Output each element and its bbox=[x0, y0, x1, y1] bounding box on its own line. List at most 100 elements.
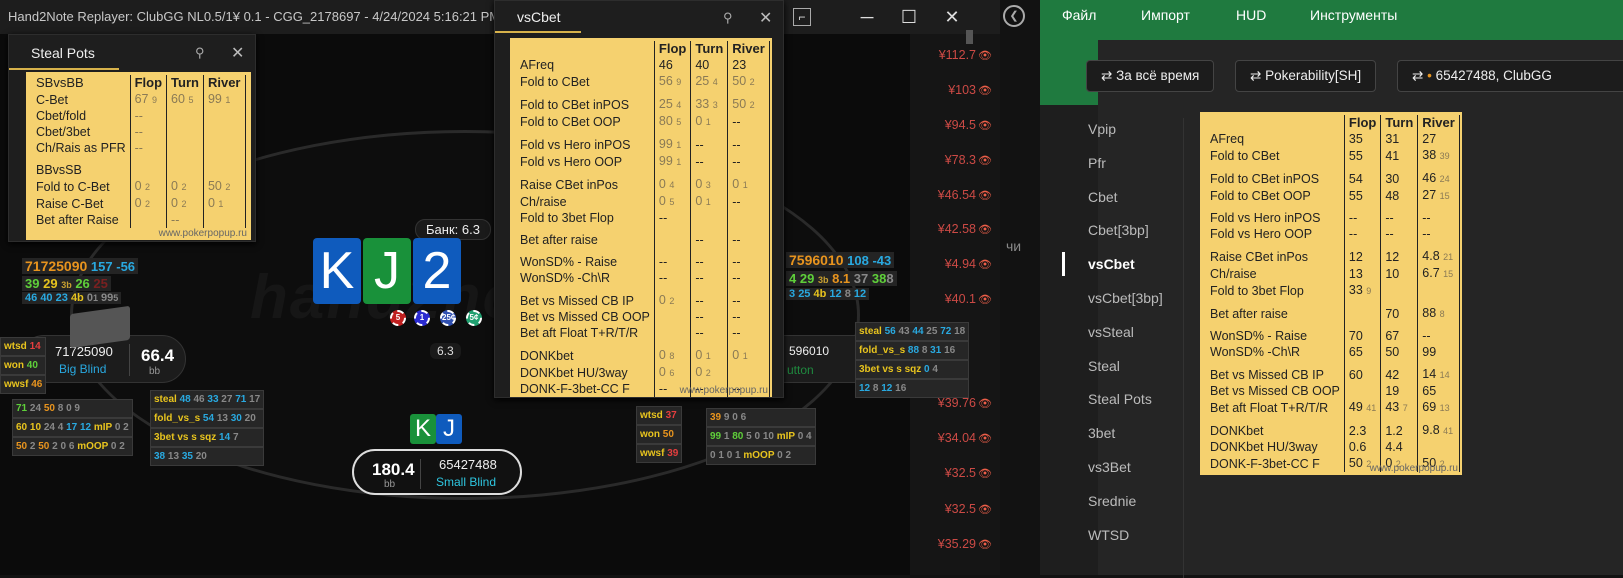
menu-file[interactable]: Файл bbox=[1062, 7, 1096, 23]
hud-stat: 5 bbox=[113, 293, 119, 303]
hud-profile-button[interactable]: ⇄ Pokerability[SH] bbox=[1235, 60, 1377, 92]
hud-row: 0 1 0 1 mOOP 0 2 bbox=[706, 446, 816, 465]
table-cell: 23 bbox=[727, 57, 770, 73]
nav-item-vs3bet[interactable]: vs3Bet bbox=[1088, 459, 1131, 475]
eye-icon[interactable]: 👁 bbox=[978, 119, 992, 132]
close-icon[interactable]: ✕ bbox=[759, 8, 772, 28]
nav-item-vscbet[interactable]: vsCbet bbox=[1088, 256, 1135, 272]
column-header: Turn bbox=[690, 41, 728, 57]
nav-item-vscbet-3bp-[interactable]: vsCbet[3bp] bbox=[1088, 290, 1163, 306]
back-icon[interactable]: ❮ bbox=[1003, 5, 1025, 27]
scrollbar-thumb[interactable] bbox=[966, 30, 973, 44]
hand-amount[interactable]: ¥112.7 bbox=[916, 48, 976, 62]
table-cell: 33 3 bbox=[690, 96, 728, 113]
table-cell: 30 bbox=[1380, 170, 1418, 187]
maximize-icon[interactable]: ☐ bbox=[898, 6, 920, 28]
close-icon[interactable]: ✕ bbox=[941, 6, 963, 28]
eye-icon[interactable]: 👁 bbox=[978, 538, 992, 551]
pin-icon[interactable]: ⚲ bbox=[195, 45, 205, 61]
eye-icon[interactable]: 👁 bbox=[978, 432, 992, 445]
column-header bbox=[1206, 115, 1344, 131]
player-selector-button[interactable]: ⇄ • 65427488, ClubGG bbox=[1397, 60, 1623, 92]
status-dot-icon: • bbox=[1427, 68, 1432, 83]
nav-item-vssteal[interactable]: vsSteal bbox=[1088, 324, 1134, 340]
table-cell bbox=[202, 124, 245, 140]
swap-icon: ⇄ bbox=[1250, 68, 1262, 83]
table-cell: 88 8 bbox=[1417, 305, 1460, 322]
nav-item-steal[interactable]: Steal bbox=[1088, 358, 1120, 374]
hand-amount[interactable]: ¥46.54 bbox=[916, 188, 976, 202]
table-cell: 0 6 bbox=[653, 364, 691, 381]
hand-amount[interactable]: ¥103 bbox=[916, 83, 976, 97]
eye-icon[interactable]: 👁 bbox=[978, 293, 992, 306]
hand-amount[interactable]: ¥32.5 bbox=[916, 466, 976, 480]
close-icon[interactable]: ✕ bbox=[231, 43, 244, 63]
table-cell: -- bbox=[690, 309, 728, 325]
nav-item-steal-pots[interactable]: Steal Pots bbox=[1088, 391, 1152, 407]
table-cell: Bet vs Missed CB IP bbox=[520, 293, 634, 308]
nav-item-cbet[interactable]: Cbet bbox=[1088, 189, 1118, 205]
hud-row: fold_vs_s 54 13 30 20 bbox=[150, 409, 265, 428]
table-row: Ch/raise 13 10 6.7 15 bbox=[1206, 265, 1468, 282]
eye-icon[interactable]: 👁 bbox=[978, 154, 992, 167]
table-cell bbox=[202, 108, 245, 124]
pin-icon[interactable]: ⚲ bbox=[723, 10, 733, 26]
nav-item-cbet-3bp-[interactable]: Cbet[3bp] bbox=[1088, 222, 1149, 238]
replayer-title: Hand2Note Replayer: ClubGG NL0.5/1¥ 0.1 … bbox=[8, 9, 519, 24]
filter-label: За всё время bbox=[1116, 68, 1200, 83]
nav-item-srednie[interactable]: Srednie bbox=[1088, 493, 1136, 509]
steal-pots-popup[interactable]: Steal Pots ⚲ ✕ SBvsBB Flop Turn River C-Bet 6… bbox=[8, 34, 256, 242]
table-cell bbox=[653, 325, 691, 341]
table-row: DONKbet HU/3way 0 60 2 bbox=[516, 364, 778, 381]
table-cell: Bet vs Missed CB IP bbox=[1210, 367, 1324, 382]
menu-tools[interactable]: Инструменты bbox=[1310, 7, 1397, 23]
eye-icon[interactable]: 👁 bbox=[978, 49, 992, 62]
hand-amount[interactable]: ¥78.3 bbox=[916, 153, 976, 167]
table-cell: 31 bbox=[1380, 131, 1418, 147]
table-row: Fold vs Hero inPOS 99 1 -- -- bbox=[516, 136, 778, 153]
eye-icon[interactable]: 👁 bbox=[978, 397, 992, 410]
eye-icon[interactable]: 👁 bbox=[978, 223, 992, 236]
eye-icon[interactable]: 👁 bbox=[978, 467, 992, 480]
table-cell: Raise C-Bet bbox=[36, 196, 104, 211]
table-cell: -- bbox=[727, 153, 770, 170]
eye-icon[interactable]: 👁 bbox=[978, 84, 992, 97]
seat-small-blind[interactable]: 180.4 bb 65427488 Small Blind bbox=[352, 449, 522, 495]
hand-amount[interactable]: ¥35.29 bbox=[916, 537, 976, 551]
vscbet-popup[interactable]: vsCbet ⚲ ✕ Flop Turn River AFreq 46 40 23 Fold … bbox=[494, 0, 784, 398]
table-row: WonSD% -Ch\R 65 50 99 bbox=[1206, 344, 1468, 360]
period-filter-button[interactable]: ⇄ За всё время bbox=[1086, 60, 1215, 92]
table-cell: Bet aft Float T+R/T/R bbox=[520, 326, 639, 340]
table-cell: -- bbox=[727, 292, 770, 309]
nav-item-vpip[interactable]: Vpip bbox=[1088, 121, 1116, 137]
table-cell: Bet vs Missed CB OOP bbox=[520, 310, 650, 324]
stats-table: Flop Turn River AFreq 46 40 23 Fold to CBet 56 9… bbox=[516, 41, 778, 397]
eye-icon[interactable]: 👁 bbox=[978, 189, 992, 202]
eye-icon[interactable]: 👁 bbox=[978, 503, 992, 516]
menu-bar: Файл Импорт HUD Инструменты bbox=[1040, 0, 1623, 30]
menu-import[interactable]: Импорт bbox=[1141, 7, 1190, 23]
nav-item-3bet[interactable]: 3bet bbox=[1088, 425, 1115, 441]
hand-amount[interactable]: ¥4.94 bbox=[916, 257, 976, 271]
nav-item-wtsd[interactable]: WTSD bbox=[1088, 527, 1129, 543]
eye-icon[interactable]: 👁 bbox=[978, 258, 992, 271]
hand-amount[interactable]: ¥94.5 bbox=[916, 118, 976, 132]
hand-amount[interactable]: ¥39.76 bbox=[916, 396, 976, 410]
table-row: Raise CBet inPos 0 40 30 1 bbox=[516, 176, 778, 193]
hand-amount[interactable]: ¥40.1 bbox=[916, 292, 976, 306]
seat-position: utton bbox=[787, 363, 814, 377]
restore-icon[interactable]: ⌐ bbox=[793, 8, 811, 26]
nav-item-pfr[interactable]: Pfr bbox=[1088, 155, 1106, 171]
menu-hud[interactable]: HUD bbox=[1236, 7, 1266, 23]
popup-footer: www.pokerpopup.ru bbox=[1369, 463, 1458, 474]
hud-row: wtsd 37 bbox=[636, 406, 683, 425]
hand-amount[interactable]: ¥34.04 bbox=[916, 431, 976, 445]
table-row: Fold vs Hero inPOS -- -- -- bbox=[1206, 210, 1468, 226]
table-cell: 99 1 bbox=[653, 136, 691, 153]
hand-amount[interactable]: ¥32.5 bbox=[916, 502, 976, 516]
table-cell bbox=[129, 212, 167, 228]
minimize-icon[interactable]: ─ bbox=[856, 6, 878, 28]
table-cell: Fold to CBet inPOS bbox=[520, 97, 630, 112]
table-cell: 27 bbox=[1417, 131, 1460, 147]
hand-amount[interactable]: ¥42.58 bbox=[916, 222, 976, 236]
